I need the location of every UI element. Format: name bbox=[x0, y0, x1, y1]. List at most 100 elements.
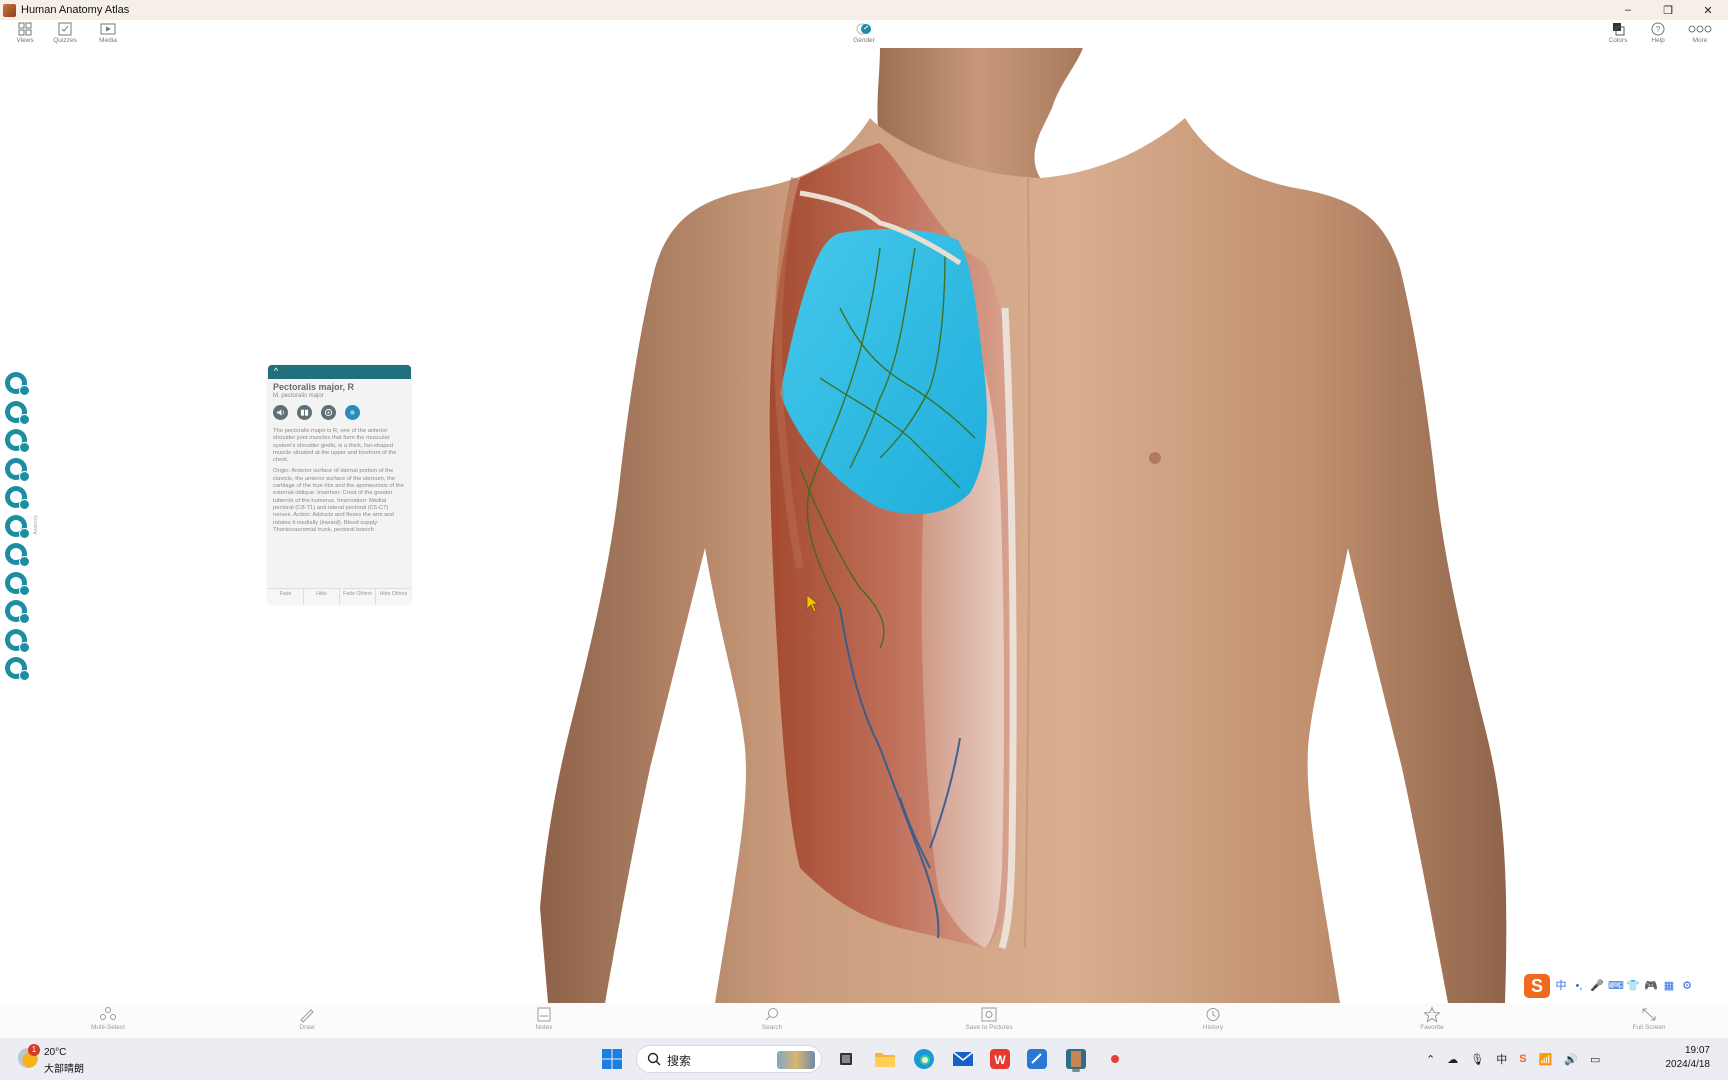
taskbar-search[interactable]: 搜索 bbox=[636, 1045, 822, 1073]
whiteboard-button[interactable] bbox=[1022, 1044, 1052, 1074]
locate-icon bbox=[350, 410, 355, 415]
input-language-indicator[interactable]: 中 bbox=[1496, 1051, 1507, 1067]
anatomy-model[interactable] bbox=[0, 48, 1728, 1003]
nervous-system-layer-button[interactable] bbox=[2, 484, 32, 510]
record-icon bbox=[1111, 1055, 1119, 1063]
anatomy-viewport[interactable] bbox=[0, 48, 1728, 1003]
ligaments-layer-button[interactable] bbox=[2, 399, 32, 425]
recorder-button[interactable] bbox=[1100, 1044, 1130, 1074]
torso-skin[interactable] bbox=[540, 118, 1507, 1003]
history-button[interactable]: History bbox=[1178, 1006, 1248, 1031]
connections-button[interactable] bbox=[321, 405, 336, 420]
ime-keyboard-icon[interactable]: ⌨ bbox=[1608, 979, 1624, 993]
favorite-button[interactable]: Favorite bbox=[1397, 1006, 1467, 1031]
anatomy-app-icon bbox=[1066, 1049, 1086, 1069]
system-clock[interactable]: 19:07 2024/4/18 bbox=[1640, 1044, 1711, 1072]
notes-icon bbox=[537, 1007, 551, 1022]
views-label: Views bbox=[16, 37, 34, 44]
circulatory-system-layer-button[interactable] bbox=[2, 513, 32, 539]
multiselect-icon bbox=[100, 1007, 116, 1020]
anatomy-atlas-taskbar-button[interactable] bbox=[1061, 1044, 1091, 1074]
task-view-button[interactable] bbox=[831, 1044, 861, 1074]
reproductive-system-layer-button[interactable] bbox=[2, 655, 32, 681]
battery-icon[interactable]: ▭ bbox=[1590, 1053, 1600, 1066]
notification-badge: 1 bbox=[28, 1044, 40, 1056]
ime-mode-toggle[interactable]: 中 bbox=[1554, 979, 1568, 993]
fullscreen-icon bbox=[1642, 1008, 1656, 1021]
structure-info-panel: ^ Pectoralis major, R M. pectoralis majo… bbox=[268, 365, 411, 604]
search-icon bbox=[647, 1052, 661, 1066]
wps-icon: W bbox=[990, 1049, 1010, 1069]
ime-skin-icon[interactable]: 👕 bbox=[1626, 979, 1640, 993]
urinary-system-layer-button[interactable] bbox=[2, 627, 32, 653]
media-button[interactable]: Media bbox=[88, 22, 128, 48]
grid-icon bbox=[18, 22, 32, 36]
structure-name: Pectoralis major, R bbox=[273, 382, 355, 392]
views-button[interactable]: Views bbox=[5, 22, 45, 48]
fade-others-button[interactable]: Fade Others bbox=[340, 589, 376, 604]
chevron-up-icon: ^ bbox=[274, 366, 279, 376]
sogou-tray-icon[interactable]: S bbox=[1519, 1053, 1526, 1065]
wifi-icon[interactable]: 📶 bbox=[1539, 1053, 1553, 1066]
help-label: Help bbox=[1651, 37, 1665, 44]
search-icon bbox=[765, 1008, 778, 1021]
ime-logo-icon[interactable]: S bbox=[1524, 974, 1550, 998]
structure-description: The pectoralis major is R, one of the an… bbox=[268, 420, 411, 534]
digestive-system-layer-button[interactable] bbox=[2, 570, 32, 596]
help-button[interactable]: ? Help bbox=[1638, 22, 1678, 48]
colors-button[interactable]: Colors bbox=[1598, 22, 1638, 48]
lymphatic-system-layer-button[interactable] bbox=[2, 598, 32, 624]
windows-taskbar: 1 20°C 大部晴朗 搜索 W ⌃ ☁ 🎙 中 S 📶 🔊 ▭ 19:07 2… bbox=[0, 1038, 1728, 1080]
wps-office-button[interactable]: W bbox=[985, 1044, 1015, 1074]
multi-select-button[interactable]: Multi-Select bbox=[73, 1006, 143, 1031]
onedrive-icon[interactable]: ☁ bbox=[1447, 1053, 1458, 1066]
gender-button[interactable]: Gender bbox=[844, 22, 884, 48]
ime-game-icon[interactable]: 🎮 bbox=[1644, 979, 1658, 993]
draw-button[interactable]: Draw bbox=[272, 1006, 342, 1031]
hide-button[interactable]: Hide bbox=[304, 589, 340, 604]
full-screen-button[interactable]: Full Screen bbox=[1614, 1006, 1684, 1031]
search-label: Search bbox=[761, 1024, 783, 1031]
connections-icon bbox=[324, 408, 333, 417]
mail-button[interactable] bbox=[948, 1044, 978, 1074]
restore-button[interactable]: ❐ bbox=[1648, 0, 1688, 20]
microphone-icon[interactable]: 🎙 bbox=[1470, 1053, 1484, 1066]
pronounce-button[interactable] bbox=[273, 405, 288, 420]
rail-label: Anatomy bbox=[33, 515, 39, 535]
ime-punctuation-icon[interactable]: •, bbox=[1572, 979, 1586, 993]
panel-collapse-button[interactable]: ^ bbox=[268, 365, 411, 379]
save-to-pictures-button[interactable]: Save to Pictures bbox=[954, 1006, 1024, 1031]
tray-overflow-icon[interactable]: ⌃ bbox=[1426, 1053, 1435, 1066]
volume-icon[interactable]: 🔊 bbox=[1564, 1053, 1578, 1066]
quizzes-button[interactable]: Quizzes bbox=[45, 22, 85, 48]
full-screen-label: Full Screen bbox=[1632, 1024, 1666, 1031]
ime-toolbox-icon[interactable]: ▦ bbox=[1662, 979, 1676, 993]
edge-browser-button[interactable] bbox=[909, 1044, 939, 1074]
notes-button[interactable]: Notes bbox=[509, 1006, 579, 1031]
skeletal-system-layer-button[interactable] bbox=[2, 370, 32, 396]
respiratory-system-layer-button[interactable] bbox=[2, 541, 32, 567]
search-button[interactable]: Search bbox=[737, 1006, 807, 1031]
quiz-icon bbox=[58, 22, 72, 36]
book-button[interactable] bbox=[297, 405, 312, 420]
draw-icon bbox=[300, 1009, 314, 1023]
start-button[interactable] bbox=[597, 1044, 627, 1074]
ime-settings-icon[interactable]: ⚙ bbox=[1680, 979, 1694, 993]
muscle-insertions-layer-button[interactable] bbox=[2, 456, 32, 482]
draw-label: Draw bbox=[299, 1024, 315, 1031]
minimize-button[interactable]: – bbox=[1608, 0, 1648, 20]
more-button[interactable]: More bbox=[1680, 22, 1720, 48]
ime-voice-icon[interactable]: 🎤 bbox=[1590, 979, 1604, 993]
fade-button[interactable]: Fade bbox=[268, 589, 304, 604]
file-explorer-button[interactable] bbox=[870, 1044, 900, 1074]
weather-widget[interactable]: 1 20°C 大部晴朗 bbox=[14, 1044, 124, 1075]
muscular-system-layer-button[interactable] bbox=[2, 427, 32, 453]
speaker-icon bbox=[276, 409, 284, 416]
close-button[interactable]: ✕ bbox=[1688, 0, 1728, 20]
locate-button[interactable] bbox=[345, 405, 360, 420]
description-text: The pectoralis major is R, one of the an… bbox=[273, 428, 397, 464]
favorite-icon bbox=[1423, 1006, 1441, 1023]
app-logo-icon bbox=[3, 3, 16, 17]
window-controls: – ❐ ✕ bbox=[1608, 0, 1728, 20]
hide-others-button[interactable]: Hide Others bbox=[376, 589, 411, 604]
